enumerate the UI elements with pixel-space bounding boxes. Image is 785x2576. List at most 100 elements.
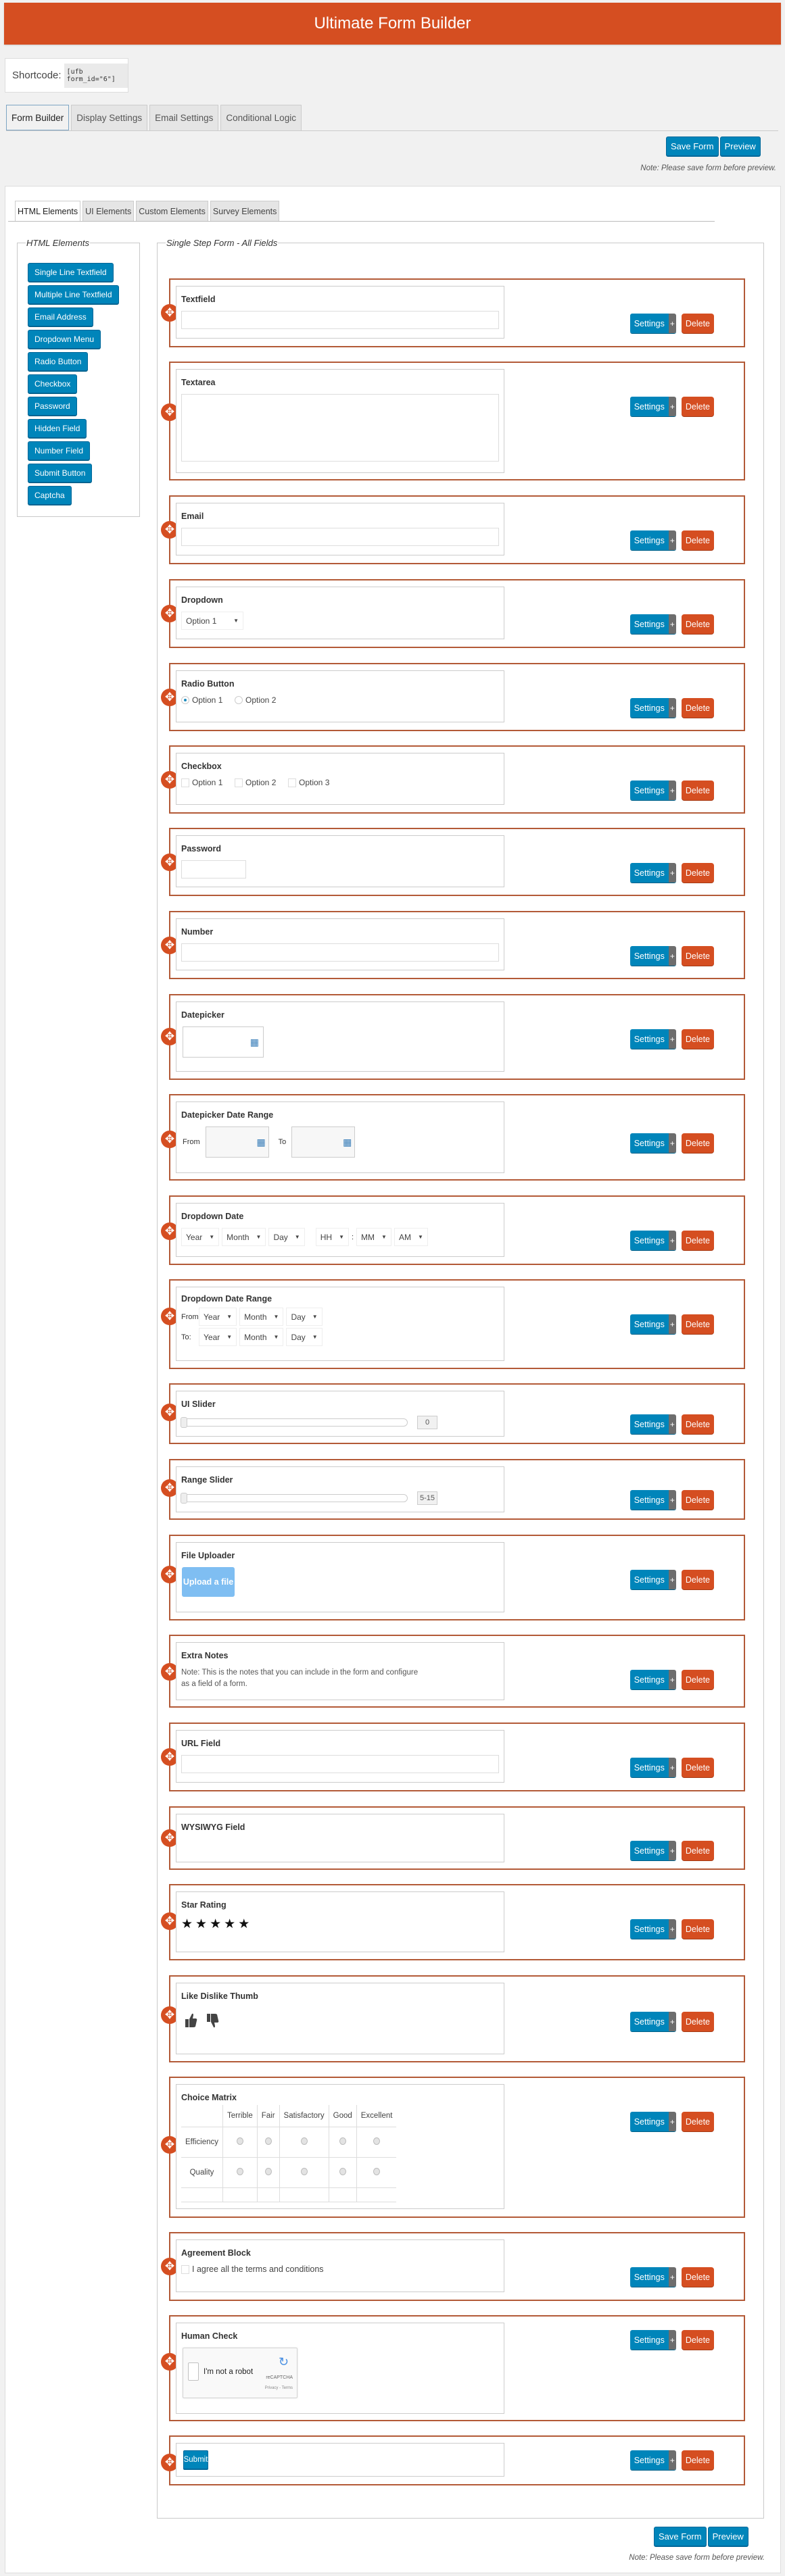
add-dropdown-menu[interactable]: Dropdown Menu [28,330,101,349]
delete-button[interactable]: Delete [681,2112,714,2131]
tab-form-builder[interactable]: Form Builder [6,105,70,130]
field-card-range-slider[interactable]: ✥ Range Slider 5-15 Settings + Delete [161,1459,745,1520]
delete-button[interactable]: Delete [681,698,714,718]
field-card-star-rating[interactable]: ✥ Star Rating ★ ★ ★ ★ ★ Settings + Delete [161,1884,745,1960]
slider-handle[interactable] [181,1493,187,1504]
field-card-date-range[interactable]: ✥ Datepicker Date Range From ▦ To ▦ Sett… [161,1094,745,1181]
calendar-icon[interactable]: ▦ [256,1137,265,1148]
tab-ui-elements[interactable]: UI Elements [82,201,135,221]
field-card-extra-notes[interactable]: ✥ Extra Notes Note: This is the notes th… [161,1635,745,1708]
ampm-select[interactable]: AM ▼ [394,1228,428,1246]
save-form-button[interactable]: Save Form [666,137,719,156]
delete-button[interactable]: Delete [681,2267,714,2287]
delete-button[interactable]: Delete [681,1570,714,1589]
recaptcha-checkbox[interactable] [188,2362,199,2381]
settings-button[interactable]: Settings + [629,1758,676,1777]
matrix-radio[interactable] [264,2137,272,2145]
delete-button[interactable]: Delete [681,1758,714,1777]
add-email-address[interactable]: Email Address [28,307,93,326]
settings-button[interactable]: Settings + [629,698,676,718]
matrix-radio[interactable] [300,2168,308,2175]
matrix-radio[interactable] [264,2168,272,2175]
settings-button[interactable]: Settings + [629,614,676,634]
add-multiple-line-textfield[interactable]: Multiple Line Textfield [28,285,119,304]
field-card-dropdown-date[interactable]: ✥ Dropdown Date Year ▼ Month ▼ Day ▼ HH ▼ : … [161,1195,745,1265]
settings-button[interactable]: Settings + [629,397,676,416]
field-card-dropdown-date-range[interactable]: ✥ Dropdown Date Range From: Year ▼ Month ▼… [161,1279,745,1369]
tab-survey-elements[interactable]: Survey Elements [210,201,280,221]
add-captcha[interactable]: Captcha [28,486,72,505]
settings-button[interactable]: Settings + [629,1490,676,1510]
delete-button[interactable]: Delete [681,781,714,800]
preview-button[interactable]: Preview [719,137,761,156]
matrix-radio[interactable] [339,2168,346,2175]
settings-button[interactable]: Settings + [629,1570,676,1589]
recaptcha-links[interactable]: Privacy - Terms [265,2386,293,2390]
field-card-like-dislike[interactable]: ✥ Like Dislike Thumb Settings + Delete [161,1975,745,2062]
star-rating-input[interactable]: ★ ★ ★ ★ ★ [181,1916,499,1932]
checkbox-option[interactable]: Option 2 [235,778,276,787]
add-radio-button[interactable]: Radio Button [28,352,89,371]
delete-button[interactable]: Delete [681,314,714,333]
day-select[interactable]: Day ▼ [268,1228,305,1246]
settings-button[interactable]: Settings + [629,314,676,333]
settings-button[interactable]: Settings + [629,1231,676,1250]
from-date-input[interactable]: ▦ [205,1126,269,1158]
field-card-ui-slider[interactable]: ✥ UI Slider 0 Settings + Delete [161,1383,745,1444]
field-card-number[interactable]: ✥ Number Settings + Delete [161,911,745,979]
minute-select[interactable]: MM ▼ [356,1228,391,1246]
tab-custom-elements[interactable]: Custom Elements [136,201,208,221]
save-form-button-bottom[interactable]: Save Form [654,2527,707,2546]
delete-button[interactable]: Delete [681,2012,714,2031]
settings-button[interactable]: Settings + [629,1314,676,1334]
delete-button[interactable]: Delete [681,946,714,966]
field-card-submit[interactable]: ✥ Submit Settings + Delete [161,2435,745,2485]
settings-button[interactable]: Settings + [629,863,676,883]
field-card-dropdown[interactable]: ✥ Dropdown Option 1 ▼ Settings + Delete [161,579,745,648]
field-card-wysiwyg[interactable]: ✥ WYSIWYG Field Settings + Delete [161,1806,745,1870]
matrix-radio[interactable] [236,2168,243,2175]
to-year-select[interactable]: Year ▼ [199,1328,237,1346]
url-input[interactable] [181,1755,499,1773]
settings-button[interactable]: Settings + [629,2267,676,2287]
settings-button[interactable]: Settings + [629,2450,676,2470]
settings-button[interactable]: Settings + [629,1670,676,1689]
field-card-checkbox[interactable]: ✥ Checkbox Option 1 Option 2 Option 3 Se… [161,745,745,814]
delete-button[interactable]: Delete [681,2330,714,2350]
star-icon[interactable]: ★ [181,1917,193,1931]
add-hidden-field[interactable]: Hidden Field [28,419,87,438]
field-card-agreement[interactable]: ✥ Agreement Block I agree all the terms … [161,2232,745,2301]
delete-button[interactable]: Delete [681,530,714,550]
month-select[interactable]: Month ▼ [222,1228,266,1246]
submit-button[interactable]: Submit [183,2450,208,2469]
matrix-radio[interactable] [373,2168,381,2175]
star-icon[interactable]: ★ [195,1917,208,1931]
field-card-textarea[interactable]: ✥ Textarea Settings + Delete [161,362,745,480]
add-checkbox[interactable]: Checkbox [28,374,78,393]
delete-button[interactable]: Delete [681,1670,714,1689]
to-month-select[interactable]: Month ▼ [239,1328,284,1346]
upload-file-button[interactable]: Upload a file [182,1567,235,1597]
calendar-icon[interactable]: ▦ [250,1037,259,1048]
checkbox-input[interactable] [288,778,296,787]
matrix-radio[interactable] [300,2137,308,2145]
matrix-radio[interactable] [373,2137,381,2145]
field-card-file-uploader[interactable]: ✥ File Uploader Upload a file Settings + … [161,1535,745,1620]
radio-input[interactable] [181,696,189,704]
field-card-email[interactable]: ✥ Email Settings + Delete [161,495,745,564]
matrix-radio[interactable] [339,2137,346,2145]
settings-button[interactable]: Settings + [629,2012,676,2031]
field-card-url[interactable]: ✥ URL Field Settings + Delete [161,1723,745,1791]
dropdown-select[interactable]: Option 1 ▼ [181,612,243,630]
field-card-choice-matrix[interactable]: ✥ Choice Matrix Terrible Fair Satisfactory… [161,2077,745,2218]
add-single-line-textfield[interactable]: Single Line Textfield [28,263,114,282]
delete-button[interactable]: Delete [681,863,714,883]
from-day-select[interactable]: Day ▼ [286,1308,323,1326]
settings-button[interactable]: Settings + [629,1029,676,1049]
delete-button[interactable]: Delete [681,397,714,416]
agreement-option[interactable]: I agree all the terms and conditions [181,2264,324,2274]
delete-button[interactable]: Delete [681,1133,714,1153]
field-card-password[interactable]: ✥ Password Settings + Delete [161,828,745,896]
field-card-textfield[interactable]: ✥ Textfield Settings + Delete [161,278,745,347]
settings-button[interactable]: Settings + [629,2112,676,2131]
